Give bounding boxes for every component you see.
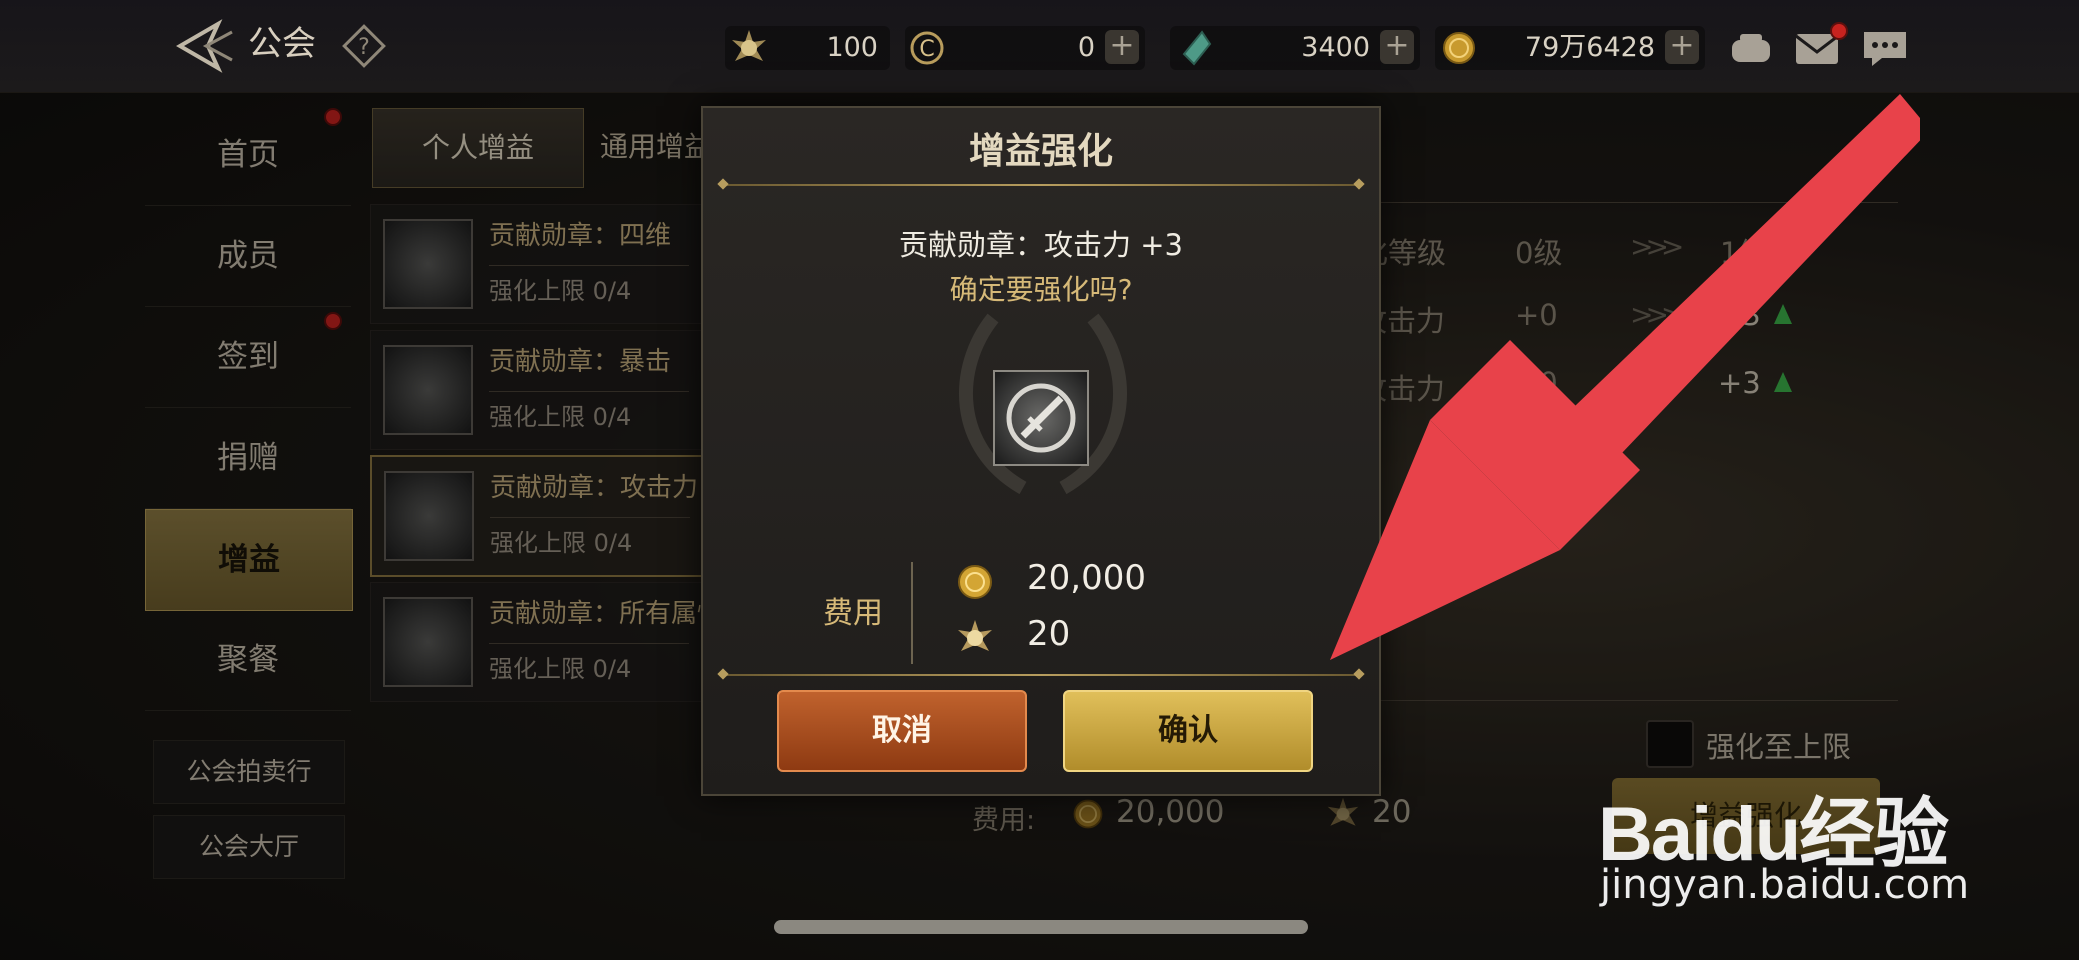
resource-value: 79万6428 [1524, 32, 1655, 63]
notification-dot [1830, 22, 1848, 40]
svg-text:C: C [919, 37, 934, 62]
gold-coin-icon [958, 565, 992, 599]
confirm-item-text: 贡献勋章：攻击力 +3 [899, 228, 1183, 262]
baidu-watermark-url: jingyan.baidu.com [1600, 862, 1970, 908]
gold-coin-icon [1443, 32, 1475, 64]
home-indicator[interactable] [774, 920, 1308, 934]
dialog-cost-medal: 20 [1027, 614, 1071, 654]
resource-value: 3400 [1301, 32, 1370, 63]
cancel-button[interactable]: 取消 [777, 690, 1027, 772]
dialog-cost-gold: 20,000 [1027, 558, 1146, 598]
resource-value: 100 [826, 32, 878, 63]
enhance-dialog: 增益强化 贡献勋章：攻击力 +3 确定要强化吗? 费用 20,000 20 取消… [701, 106, 1381, 796]
page-title: 公会 [248, 24, 316, 64]
dialog-cost-label: 费用 [823, 596, 883, 631]
resource-crystal: 3400 + [1170, 26, 1420, 70]
back-arrow-icon[interactable] [170, 18, 240, 74]
star-medal-icon [958, 620, 992, 651]
divider [723, 184, 1359, 186]
divider [723, 674, 1359, 676]
medal-sword-icon [993, 370, 1089, 466]
cart-icon[interactable] [1726, 26, 1776, 70]
resource-gold: 79万6428 + [1435, 26, 1705, 70]
add-button[interactable]: + [1380, 30, 1414, 64]
resource-value: 0 [1077, 32, 1095, 63]
star-medal-icon [732, 30, 766, 61]
help-icon[interactable]: ? [342, 24, 386, 68]
svg-text:?: ? [358, 35, 370, 60]
annotation-arrow-icon [1330, 94, 1920, 660]
resource-c-coin: C 0 + [905, 26, 1145, 70]
add-button[interactable]: + [1665, 30, 1699, 64]
c-coin-icon: C [910, 31, 944, 65]
confirm-button[interactable]: 确认 [1063, 690, 1313, 772]
divider [911, 562, 913, 664]
green-crystal-icon [1182, 30, 1212, 66]
add-button[interactable]: + [1105, 30, 1139, 64]
resource-medal: 100 [725, 26, 890, 70]
dialog-title: 增益强化 [968, 131, 1113, 172]
chat-icon[interactable] [1860, 26, 1910, 70]
